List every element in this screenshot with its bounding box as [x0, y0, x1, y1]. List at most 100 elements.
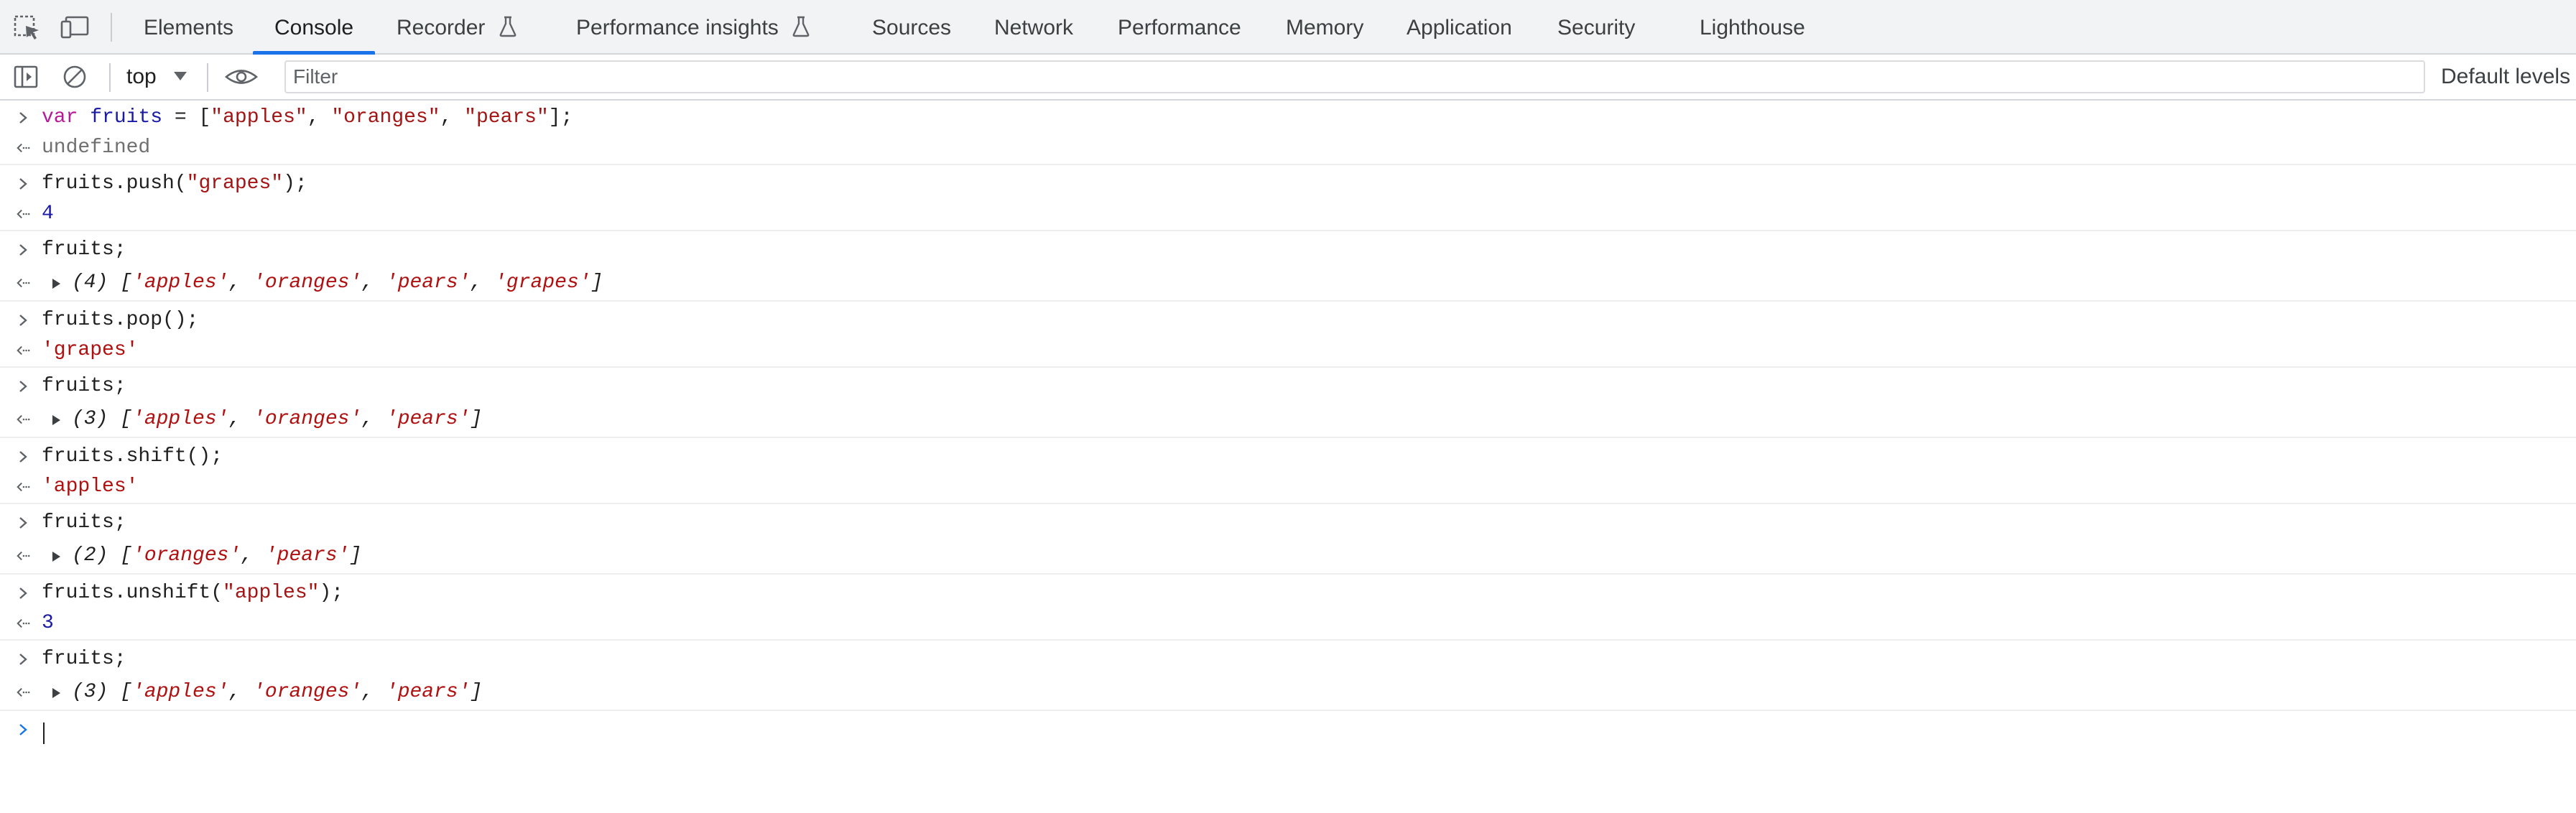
text-cursor [43, 723, 45, 744]
experiment-flask-icon [499, 16, 516, 37]
code-token: var [42, 106, 78, 129]
console-entry: fruits; (4) ['apples', 'oranges', 'pears'… [0, 233, 2576, 302]
tab-recorder-label: Recorder [397, 16, 486, 40]
code-token: 'grapes' [42, 339, 139, 361]
code-token: "apples" [210, 106, 307, 129]
live-expression-eye-icon[interactable] [224, 65, 259, 90]
code-token: , [361, 271, 386, 294]
console-output-code: (2) ['oranges', 'pears'] [72, 540, 361, 572]
code-token: 'apples' [42, 475, 139, 498]
input-chevron-icon [19, 381, 27, 392]
code-token: 'pears' [385, 271, 471, 294]
chevron-down-icon[interactable] [172, 70, 188, 82]
tab-performance-insights-label: Performance insights [576, 16, 779, 40]
expand-triangle-icon[interactable] [50, 277, 62, 290]
console-input-code: fruits.shift(); [42, 441, 223, 473]
input-chevron-icon [19, 517, 27, 529]
expand-triangle-icon[interactable] [50, 550, 62, 563]
code-token: 'oranges' [253, 681, 362, 703]
console-prompt[interactable] [0, 714, 2576, 745]
code-token: fruits; [42, 511, 126, 534]
tab-sources[interactable]: Sources [872, 0, 951, 53]
inspect-element-icon[interactable] [13, 14, 42, 40]
sidebar-toggle-icon[interactable] [13, 65, 42, 90]
toolbar-separator [111, 13, 112, 42]
tab-memory[interactable]: Memory [1286, 0, 1363, 53]
code-token: (2) [ [72, 544, 133, 567]
input-chevron-icon [19, 244, 27, 256]
console-output-code: (3) ['apples', 'oranges', 'pears'] [72, 404, 482, 435]
code-token: fruits; [42, 238, 126, 261]
code-token: ] [470, 681, 483, 703]
console-input-code: fruits; [42, 644, 126, 675]
console-input-code: var fruits = ["apples", "oranges", "pear… [42, 102, 573, 134]
console-output-code: (4) ['apples', 'oranges', 'pears', 'grap… [72, 267, 603, 299]
code-token: 'oranges' [253, 408, 362, 430]
expand-triangle-icon[interactable] [50, 687, 62, 700]
tab-console[interactable]: Console [274, 0, 353, 53]
console-input-code: fruits.push("grapes"); [42, 168, 307, 200]
code-token: 3 [42, 612, 54, 634]
console-entry: var fruits = ["apples", "oranges", "pear… [0, 101, 2576, 165]
code-token: fruits.unshift( [42, 582, 223, 604]
result-arrow-icon [17, 551, 30, 561]
tab-performance[interactable]: Performance [1118, 0, 1241, 53]
tab-network[interactable]: Network [994, 0, 1073, 53]
code-token: 'pears' [385, 408, 471, 430]
console-entry: fruits.shift(); 'apples' [0, 440, 2576, 504]
console-output-code: 'grapes' [42, 335, 138, 366]
code-token: , [228, 408, 254, 430]
filter-input[interactable] [284, 60, 2425, 93]
code-token: 'oranges' [132, 544, 241, 567]
log-levels-dropdown[interactable]: Default levels [2441, 55, 2570, 99]
input-chevron-icon [19, 315, 27, 326]
experiment-flask-icon [792, 16, 810, 37]
code-token: 'oranges' [253, 271, 362, 294]
code-token: fruits.pop(); [42, 309, 199, 331]
code-token: (4) [ [72, 271, 133, 294]
console-input-code: fruits; [42, 371, 126, 402]
console-entry: fruits; (3) ['apples', 'oranges', 'pears'… [0, 369, 2576, 438]
tab-recorder[interactable]: Recorder [397, 0, 517, 53]
device-toolbar-icon[interactable] [60, 14, 89, 40]
code-token: "grapes" [186, 172, 284, 195]
console-input-code: fruits; [42, 507, 126, 539]
result-arrow-icon [17, 618, 30, 628]
code-token: 4 [42, 203, 54, 225]
code-token: 'pears' [385, 681, 471, 703]
console-entry: fruits.pop(); 'grapes' [0, 303, 2576, 368]
input-chevron-icon [19, 654, 27, 665]
context-selector[interactable]: top [126, 55, 157, 99]
code-token: 'pears' [264, 544, 350, 567]
console-output-code: undefined [42, 132, 150, 164]
result-arrow-icon [17, 414, 30, 424]
code-token: "oranges" [331, 106, 440, 129]
code-token: , [228, 271, 254, 294]
console-input-code: fruits; [42, 234, 126, 266]
result-arrow-icon [17, 143, 30, 153]
input-chevron-icon [19, 587, 27, 599]
tab-elements[interactable]: Elements [144, 0, 233, 53]
result-arrow-icon [17, 278, 30, 288]
tab-lighthouse[interactable]: Lighthouse [1700, 0, 1805, 53]
result-arrow-icon [17, 345, 30, 356]
code-token: ); [283, 172, 307, 195]
tab-application[interactable]: Application [1407, 0, 1512, 53]
console-input-code: fruits.unshift("apples"); [42, 577, 343, 609]
code-token: ] [349, 544, 362, 567]
code-token: = [ [162, 106, 211, 129]
code-token: ]; [548, 106, 573, 129]
devtools-tab-bar: Elements Console Recorder Performance in… [0, 0, 2576, 55]
clear-console-icon[interactable] [62, 65, 91, 90]
code-token: 'apples' [132, 271, 229, 294]
tab-security[interactable]: Security [1557, 0, 1635, 53]
result-arrow-icon [17, 482, 30, 492]
toolbar-separator [207, 63, 208, 92]
tab-performance-insights[interactable]: Performance insights [576, 0, 810, 53]
expand-triangle-icon[interactable] [50, 414, 62, 427]
console-entry: fruits; (2) ['oranges', 'pears'] [0, 506, 2576, 575]
code-token: undefined [42, 136, 151, 159]
code-token: , [440, 106, 465, 129]
console-output: var fruits = ["apples", "oranges", "pear… [0, 101, 2576, 813]
